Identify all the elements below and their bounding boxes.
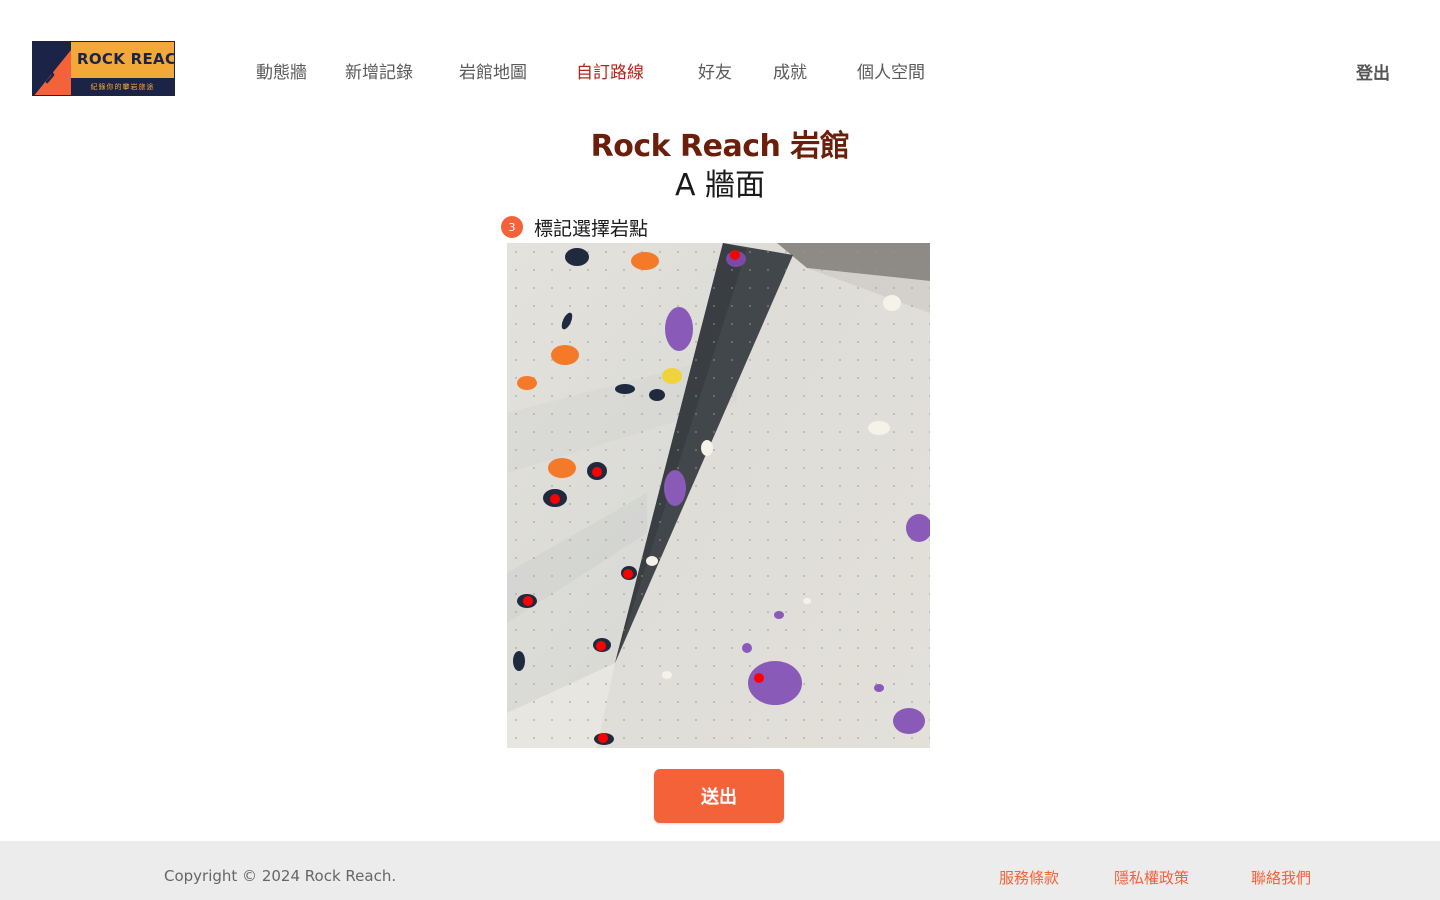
privacy-link[interactable]: 隱私權政策 <box>1114 867 1189 888</box>
step-indicator: 3 標記選擇岩點 <box>501 215 649 240</box>
nav-item-custom-route[interactable]: 自訂路線 <box>576 58 644 83</box>
step-label: 標記選擇岩點 <box>534 217 649 240</box>
nav-item-profile[interactable]: 個人空間 <box>857 58 925 83</box>
brand-tagline: 紀錄你的攀岩旅途 <box>71 78 174 95</box>
submit-button[interactable]: 送出 <box>654 769 784 823</box>
step-number-badge: 3 <box>501 216 523 238</box>
climber-icon <box>33 42 71 95</box>
brand-name: ROCK REACH <box>77 50 174 68</box>
terms-link[interactable]: 服務條款 <box>999 867 1059 888</box>
site-header: ROCK REACH 紀錄你的攀岩旅途 動態牆 新增記錄 岩館地圖 自訂路線 好… <box>0 0 1440 115</box>
nav-item-friends[interactable]: 好友 <box>698 58 732 83</box>
wall-title: A 牆面 <box>674 168 766 203</box>
nav-item-achievements[interactable]: 成就 <box>773 58 807 83</box>
nav-item-new-record[interactable]: 新增記錄 <box>345 58 413 83</box>
brand-logo[interactable]: ROCK REACH 紀錄你的攀岩旅途 <box>32 41 175 96</box>
logout-button[interactable]: 登出 <box>1356 59 1390 84</box>
climbing-wall-image[interactable] <box>507 243 930 748</box>
nav-item-gym-map[interactable]: 岩館地圖 <box>459 58 527 83</box>
nav-item-feed[interactable]: 動態牆 <box>256 58 307 83</box>
site-footer: Copyright © 2024 Rock Reach. 服務條款 隱私權政策 … <box>0 841 1440 900</box>
gym-title: Rock Reach 岩館 <box>590 129 850 164</box>
contact-link[interactable]: 聯絡我們 <box>1251 867 1311 888</box>
copyright-text: Copyright © 2024 Rock Reach. <box>164 867 397 885</box>
climbing-wall-photo[interactable] <box>507 243 930 748</box>
